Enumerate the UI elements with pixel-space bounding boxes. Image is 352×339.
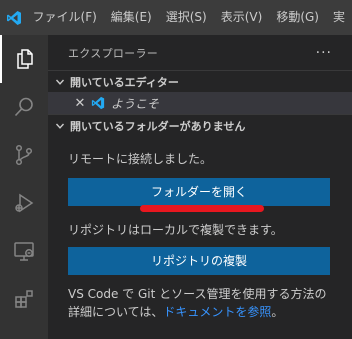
vscode-file-icon <box>91 96 105 110</box>
remote-connected-message: リモートに接続しました。 <box>68 152 213 166</box>
chevron-down-icon <box>52 77 68 87</box>
open-editors-section[interactable]: 開いているエディター <box>48 70 352 92</box>
title-bar: ファイル(F) 編集(E) 選択(S) 表示(V) 移動(G) 実 <box>0 0 352 35</box>
no-folder-label: 開いているフォルダーがありません <box>70 119 246 133</box>
menu-file[interactable]: ファイル(F) <box>29 0 104 35</box>
clone-repo-message: リポジトリはローカルで複製できます。 <box>68 223 283 237</box>
source-control-icon[interactable] <box>0 131 48 179</box>
menu-edit[interactable]: 編集(E) <box>104 0 159 35</box>
run-debug-icon[interactable] <box>0 179 48 227</box>
highlight-underline <box>140 205 264 212</box>
sidebar-header: エクスプローラー ··· <box>48 35 352 70</box>
chevron-down-icon <box>52 121 68 131</box>
open-editor-label: ようこそ <box>111 96 160 111</box>
search-icon[interactable] <box>0 83 48 131</box>
menu-bar: ファイル(F) 編集(E) 選択(S) 表示(V) 移動(G) 実 <box>29 0 352 35</box>
extensions-icon[interactable] <box>0 275 48 323</box>
git-docs-message: VS Code で Git とソース管理を使用する方法の詳細については、ドキュメ… <box>68 285 334 321</box>
clone-repository-button[interactable]: リポジトリの複製 <box>68 247 330 275</box>
close-icon[interactable]: ✕ <box>72 96 88 111</box>
git-docs-period: 。 <box>271 305 284 319</box>
files-icon[interactable] <box>0 35 48 83</box>
welcome-view: リモートに接続しました。 フォルダーを開く リポジトリはローカルで複製できます。… <box>48 150 352 321</box>
more-actions-icon[interactable]: ··· <box>316 45 332 61</box>
menu-view[interactable]: 表示(V) <box>214 0 270 35</box>
menu-selection[interactable]: 選択(S) <box>159 0 214 35</box>
open-editor-item[interactable]: ✕ ようこそ <box>48 92 352 114</box>
menu-go[interactable]: 移動(G) <box>269 0 326 35</box>
no-folder-section[interactable]: 開いているフォルダーがありません <box>48 114 352 136</box>
docs-link[interactable]: ドキュメントを参照 <box>163 305 271 319</box>
menu-run[interactable]: 実 <box>326 0 352 35</box>
activity-bar <box>0 35 48 339</box>
open-folder-button[interactable]: フォルダーを開く <box>68 178 330 206</box>
vscode-logo-icon <box>0 0 29 35</box>
open-editors-label: 開いているエディター <box>70 75 179 89</box>
explorer-sidebar: エクスプローラー ··· 開いているエディター ✕ ようこそ 開いているフォルダ… <box>48 35 352 339</box>
sidebar-title: エクスプローラー <box>68 46 159 60</box>
remote-explorer-icon[interactable] <box>0 227 48 275</box>
